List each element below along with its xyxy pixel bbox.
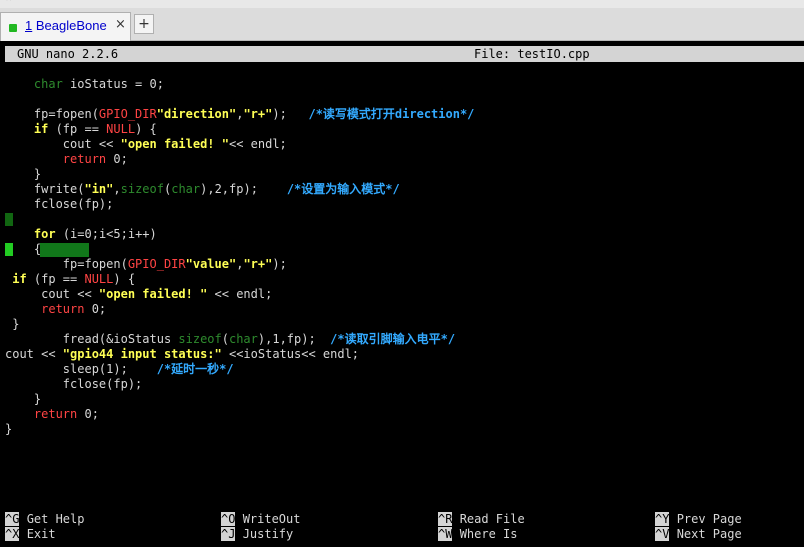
tab-bar: 1 BeagleBone × + bbox=[0, 8, 804, 41]
file-name: File: testIO.cpp bbox=[474, 47, 590, 61]
code-line: if (fp == NULL) { bbox=[12, 272, 136, 286]
code-line: return 0; bbox=[33, 407, 99, 421]
new-tab-button[interactable]: + bbox=[134, 14, 154, 34]
shortcut-writeout[interactable]: ^O WriteOut bbox=[221, 512, 300, 527]
tab-beaglebone[interactable]: 1 BeagleBone × bbox=[0, 12, 131, 41]
line-marker bbox=[5, 213, 13, 226]
code-line: return 0; bbox=[62, 152, 128, 166]
code-line: for (i=0;i<5;i++) bbox=[33, 227, 157, 241]
connected-status-icon bbox=[9, 24, 17, 32]
code-line: } bbox=[5, 392, 42, 406]
code-line: fread(&ioStatus sizeof(char),1,fp); /*读取… bbox=[5, 332, 456, 346]
selection-highlight bbox=[40, 243, 89, 257]
chevron-icon: ›› bbox=[6, 0, 13, 4]
code-line: cout << "open failed! " << endl; bbox=[5, 287, 273, 301]
code-line: if (fp == NULL) { bbox=[33, 122, 157, 136]
code-line: { bbox=[5, 242, 42, 256]
code-line: } bbox=[5, 317, 20, 331]
code-line: fp=fopen(GPIO_DIR"direction","r+"); /*读写… bbox=[5, 107, 475, 121]
code-line: } bbox=[5, 422, 13, 436]
top-strip: ›› bbox=[0, 0, 804, 8]
code-line: cout << "gpio44 input status:" <<ioStatu… bbox=[5, 347, 360, 361]
tab-number: 1 bbox=[25, 18, 33, 33]
code-line: fwrite("in",sizeof(char),2,fp); /*设置为输入模… bbox=[5, 182, 400, 196]
terminal[interactable]: GNU nano 2.2.6 File: testIO.cpp char ioS… bbox=[0, 41, 804, 547]
tab-label: 1 BeagleBone bbox=[25, 18, 107, 33]
code-line: fclose(fp); bbox=[5, 197, 114, 211]
shortcut-justify[interactable]: ^J Justify bbox=[221, 527, 293, 542]
code-line: fclose(fp); bbox=[5, 377, 143, 391]
code-line: sleep(1); /*延时一秒*/ bbox=[5, 362, 234, 376]
shortcut-prev-page[interactable]: ^Y Prev Page bbox=[655, 512, 742, 527]
code-line: char ioStatus = 0; bbox=[33, 77, 164, 91]
close-tab-icon[interactable]: × bbox=[115, 17, 126, 32]
shortcut-read-file[interactable]: ^R Read File bbox=[438, 512, 525, 527]
code-line: return 0; bbox=[41, 302, 107, 316]
nano-title-bar: GNU nano 2.2.6 File: testIO.cpp bbox=[5, 46, 804, 62]
tab-title: BeagleBone bbox=[35, 18, 107, 33]
code-line: } bbox=[5, 167, 42, 181]
shortcut-next-page[interactable]: ^V Next Page bbox=[655, 527, 742, 542]
shortcut-exit[interactable]: ^X Exit bbox=[5, 527, 56, 542]
shortcut-where-is[interactable]: ^W Where Is bbox=[438, 527, 517, 542]
code-line: cout << "open failed! "<< endl; bbox=[5, 137, 287, 151]
shortcut-get-help[interactable]: ^G Get Help bbox=[5, 512, 84, 527]
code-line: fp=fopen(GPIO_DIR"value","r+"); bbox=[5, 257, 287, 271]
nano-version: GNU nano 2.2.6 bbox=[17, 47, 119, 61]
